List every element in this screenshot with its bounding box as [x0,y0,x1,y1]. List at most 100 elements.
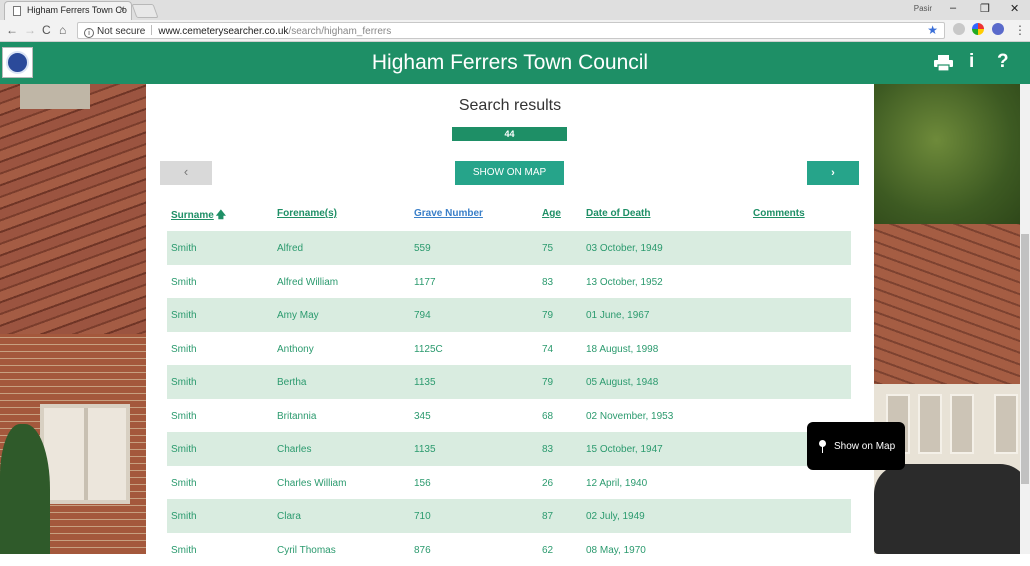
age-cell: 79 [542,377,553,388]
back-icon[interactable]: ← [6,23,18,37]
surname-cell: Smith [171,243,197,254]
map-pin-icon [819,440,826,447]
age-cell: 83 [542,444,553,455]
surname-cell: Smith [171,344,197,355]
new-tab-button[interactable] [131,4,158,18]
browser-tab[interactable]: Higham Ferrers Town Co × [4,1,132,20]
forenames-cell: Britannia [277,411,316,422]
surname-cell: Smith [171,377,197,388]
profile-name[interactable]: Pasir [914,4,932,13]
date-of-death-cell: 18 August, 1998 [586,344,658,355]
surname-cell: Smith [171,511,197,522]
info-icon[interactable]: i [969,51,974,73]
table-row[interactable]: Smith Clara 710 87 02 July, 1949 [167,499,851,533]
surname-cell: Smith [171,478,197,489]
forward-icon[interactable]: → [24,23,36,37]
restore-icon[interactable]: ❐ [980,2,990,15]
tab-title: Higham Ferrers Town Co [27,5,127,15]
age-cell: 83 [542,277,553,288]
table-row[interactable]: Smith Cyril Thomas 876 62 08 May, 1970 [167,533,851,566]
grave-number-cell: 559 [414,243,431,254]
app-header: Higham Ferrers Town Council i ? [0,42,1030,84]
table-row[interactable]: Smith Bertha 1135 79 05 August, 1948 [167,365,851,399]
grave-number-cell: 345 [414,411,431,422]
help-icon[interactable]: ? [997,51,1009,73]
extension-icon[interactable] [972,23,984,35]
bookmark-star-icon[interactable]: ★ [927,23,938,37]
results-heading: Search results [146,97,874,115]
sort-ascending-icon[interactable]: 🡅 [216,208,226,225]
forenames-cell: Anthony [277,344,314,355]
extension-icon[interactable] [953,23,965,35]
show-on-map-button[interactable]: SHOW ON MAP [455,161,564,185]
print-icon[interactable] [934,55,953,71]
grave-number-cell: 156 [414,478,431,489]
divider [151,25,152,35]
column-header-comments[interactable]: Comments [753,208,805,219]
window-close-icon[interactable]: ✕ [1010,2,1019,15]
page-scrollbar[interactable] [1020,42,1030,554]
browser-tab-bar: Higham Ferrers Town Co × Pasir – ❐ ✕ [0,0,1030,20]
address-bar[interactable]: iNot securewww.cemeterysearcher.co.uk/se… [77,22,945,39]
grave-number-cell: 710 [414,511,431,522]
minimize-icon[interactable]: – [950,2,956,14]
date-of-death-cell: 12 April, 1940 [586,478,647,489]
home-icon[interactable]: ⌂ [59,23,66,37]
date-of-death-cell: 02 November, 1953 [586,411,673,422]
surname-cell: Smith [171,310,197,321]
surname-cell: Smith [171,411,197,422]
surname-cell: Smith [171,277,197,288]
tab-close-icon[interactable]: × [119,4,125,15]
column-header-date-of-death[interactable]: Date of Death [586,208,650,219]
grave-number-cell: 794 [414,310,431,321]
info-icon[interactable]: i [84,28,94,38]
grave-number-cell: 1177 [414,277,436,288]
age-cell: 75 [542,243,553,254]
forenames-cell: Charles William [277,478,346,489]
grave-number-cell: 1125C [414,344,443,355]
security-label: Not secure [97,26,145,37]
page-title: Higham Ferrers Town Council [0,51,1020,75]
table-row[interactable]: Smith Britannia 345 68 02 November, 1953 [167,399,851,433]
surname-cell: Smith [171,444,197,455]
next-page-button[interactable]: › [807,161,859,185]
date-of-death-cell: 01 June, 1967 [586,310,649,321]
date-of-death-cell: 03 October, 1949 [586,243,663,254]
column-header-surname[interactable]: Surname🡅 [171,208,226,225]
grave-number-cell: 1135 [414,377,436,388]
column-header-grave-number[interactable]: Grave Number [414,208,483,219]
table-row[interactable]: Smith Anthony 1125C 74 18 August, 1998 [167,332,851,366]
reload-icon[interactable]: C [42,23,51,37]
forenames-cell: Bertha [277,377,306,388]
date-of-death-cell: 05 August, 1948 [586,377,658,388]
age-cell: 79 [542,310,553,321]
table-row[interactable]: Smith Alfred William 1177 83 13 October,… [167,265,851,299]
float-map-label: Show on Map [834,441,895,452]
column-header-age[interactable]: Age [542,208,561,219]
browser-menu-icon[interactable]: ⋮ [1014,23,1026,37]
result-count: 44 [452,127,567,141]
grave-number-cell: 1135 [414,444,436,455]
extension-icon[interactable] [992,23,1004,35]
background-photo-left [0,84,146,554]
table-row[interactable]: Smith Charles 1135 83 15 October, 1947 [167,432,851,466]
forenames-cell: Clara [277,511,301,522]
scrollbar-thumb[interactable] [1021,234,1029,484]
page-icon [13,6,21,16]
forenames-cell: Alfred William [277,277,338,288]
date-of-death-cell: 15 October, 1947 [586,444,663,455]
column-header-forenames[interactable]: Forename(s) [277,208,337,219]
table-row[interactable]: Smith Alfred 559 75 03 October, 1949 [167,231,851,265]
forenames-cell: Charles [277,444,311,455]
table-row[interactable]: Smith Charles William 156 26 12 April, 1… [167,466,851,500]
forenames-cell: Amy May [277,310,319,321]
table-row[interactable]: Smith Amy May 794 79 01 June, 1967 [167,298,851,332]
url-host: www.cemeterysearcher.co.uk [158,26,288,37]
browser-toolbar: ← → C ⌂ iNot secure www.cemeterysearcher.… [0,20,1030,42]
age-cell: 26 [542,478,553,489]
previous-page-button[interactable]: ‹ [160,161,212,185]
date-of-death-cell: 13 October, 1952 [586,277,663,288]
floating-show-on-map-button[interactable]: Show on Map [807,422,905,470]
age-cell: 74 [542,344,553,355]
background-photo-right [874,84,1030,554]
